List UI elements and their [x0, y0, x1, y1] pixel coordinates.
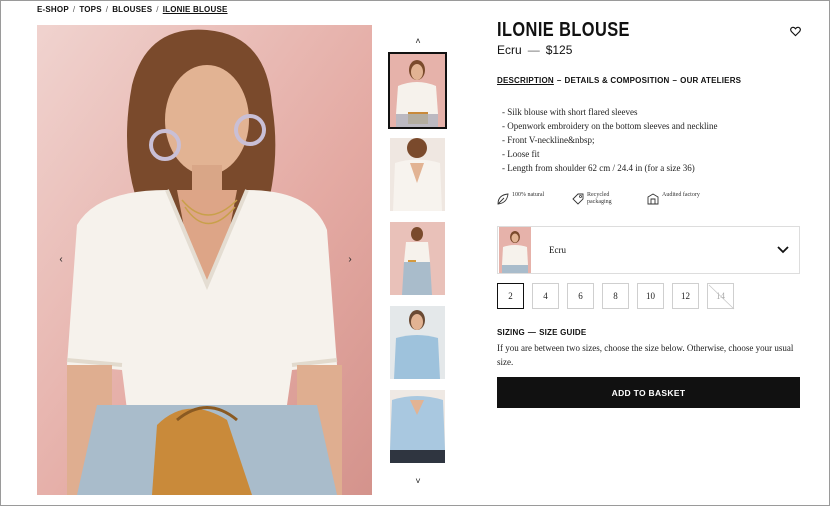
size-options: 2 4 6 8 10 12 14: [497, 283, 735, 310]
size-option-12[interactable]: 12: [672, 283, 699, 309]
description-item: - Front V-neckline&nbsp;: [502, 135, 595, 145]
description-list: - Silk blouse with short flared sleeves …: [502, 105, 717, 175]
size-option-14-unavailable[interactable]: 14: [707, 283, 735, 310]
breadcrumb-separator: /: [105, 4, 109, 14]
color-selector[interactable]: Ecru: [497, 226, 800, 274]
tab-our-ateliers[interactable]: OUR ATELIERS: [680, 76, 741, 85]
sizing-label: SIZING: [497, 328, 525, 337]
color-price-line: Ecru — $125: [497, 42, 800, 58]
product-price: $125: [545, 43, 573, 57]
chevron-down-icon: [777, 246, 789, 254]
breadcrumb-current[interactable]: ILONIE BLOUSE: [163, 5, 228, 14]
tab-details-composition[interactable]: DETAILS & COMPOSITION: [565, 76, 670, 85]
badge-factory: Audited factory: [647, 192, 702, 206]
next-image-arrow-icon[interactable]: ›: [344, 255, 356, 265]
description-item: - Length from shoulder 62 cm / 24.4 in (…: [502, 163, 695, 173]
size-option-6[interactable]: 6: [567, 283, 594, 309]
sizing-header: SIZING — SIZE GUIDE: [497, 328, 586, 337]
tab-separator: –: [556, 76, 562, 85]
description-item: - Loose fit: [502, 149, 540, 159]
breadcrumb-eshop[interactable]: E-SHOP: [37, 5, 69, 14]
size-option-2[interactable]: 2: [497, 283, 524, 309]
badge-natural: 100% natural: [497, 192, 552, 206]
breadcrumb-blouses[interactable]: BLOUSES: [112, 5, 152, 14]
breadcrumb-separator: /: [156, 4, 159, 14]
thumbs-up-arrow-icon[interactable]: ˄: [412, 36, 424, 46]
add-to-basket-button[interactable]: ADD TO BASKET: [497, 377, 800, 408]
badge-recycled: Recycled packaging: [572, 192, 627, 206]
sizing-help-text: If you are between two sizes, choose the…: [497, 343, 794, 367]
badge-text: 100% natural: [512, 192, 545, 198]
description-item: - Silk blouse with short flared sleeves: [502, 107, 638, 117]
badge-text: Audited factory: [662, 192, 700, 198]
size-option-10[interactable]: 10: [637, 283, 664, 309]
selected-color-label: Ecru: [549, 245, 566, 255]
size-option-4[interactable]: 4: [532, 283, 559, 309]
thumbnail-5[interactable]: [390, 390, 445, 463]
product-info: ILONIE BLOUSE Ecru — $125: [497, 18, 800, 58]
sizing-separator: —: [527, 328, 537, 337]
tag-icon: [572, 193, 584, 205]
strikethrough-icon: [708, 284, 735, 310]
breadcrumb-separator: /: [72, 4, 76, 14]
wishlist-heart-icon[interactable]: [790, 26, 801, 37]
tab-separator: –: [672, 76, 678, 85]
main-product-photo[interactable]: [37, 25, 372, 495]
product-color: Ecru: [497, 43, 522, 57]
breadcrumb-tops[interactable]: TOPS: [79, 5, 101, 14]
factory-icon: [647, 193, 659, 205]
prev-image-arrow-icon[interactable]: ‹: [55, 255, 67, 265]
thumbs-down-arrow-icon[interactable]: ˅: [412, 476, 424, 486]
model-illustration: [37, 25, 372, 495]
badge-text: Recycled packaging: [587, 192, 612, 205]
thumbnail-2[interactable]: [390, 138, 445, 211]
thumbnail-4[interactable]: [390, 306, 445, 379]
info-tabs: DESCRIPTION – DETAILS & COMPOSITION – OU…: [497, 76, 741, 85]
breadcrumb: E-SHOP / TOPS / BLOUSES / ILONIE BLOUSE: [37, 3, 228, 15]
thumbnail-list: [388, 52, 447, 474]
description-item: - Openwork embroidery on the bottom slee…: [502, 121, 718, 131]
tab-description[interactable]: DESCRIPTION: [497, 76, 554, 85]
sustainability-badges: 100% natural Recycled packaging Audited …: [497, 192, 702, 206]
thumbnail-3[interactable]: [390, 222, 445, 295]
size-guide-link[interactable]: SIZE GUIDE: [539, 328, 586, 337]
size-option-8[interactable]: 8: [602, 283, 629, 309]
thumbnail-1[interactable]: [388, 52, 447, 129]
leaf-icon: [497, 193, 509, 205]
price-dash: —: [527, 43, 540, 57]
color-swatch-thumbnail: [499, 227, 531, 273]
product-title: ILONIE BLOUSE: [497, 19, 630, 41]
